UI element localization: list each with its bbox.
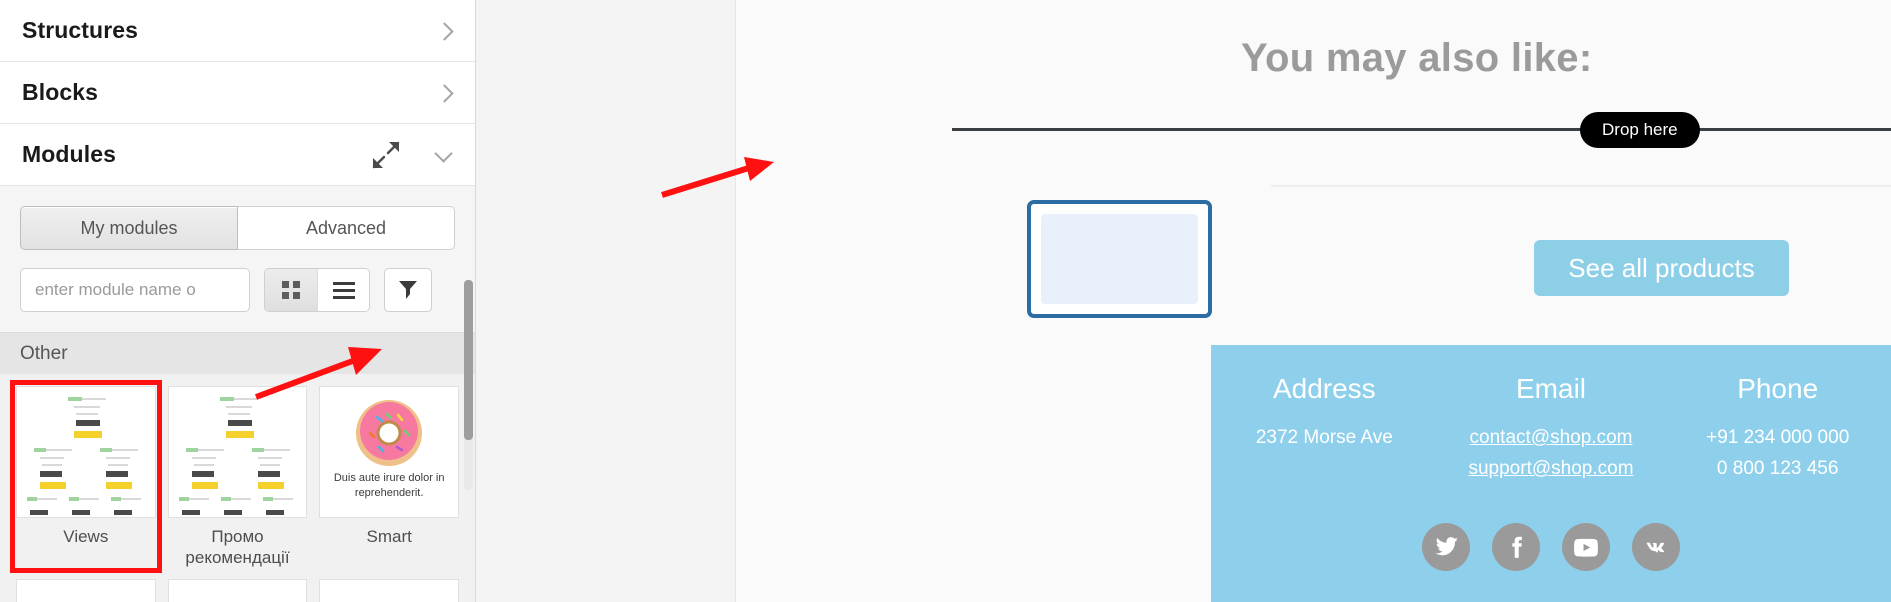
view-mode-toggle	[264, 268, 370, 312]
module-card-label: Smart	[366, 527, 412, 546]
module-thumbnail	[319, 578, 459, 602]
module-thumbnail	[16, 578, 156, 602]
accordion-structures[interactable]: Structures	[0, 0, 475, 62]
accordion-blocks[interactable]: Blocks	[0, 62, 475, 124]
product-grid-preview	[176, 394, 300, 515]
tab-advanced[interactable]: Advanced	[238, 206, 455, 250]
chevron-right-icon	[435, 22, 453, 40]
editor-root: Structures Blocks Modules My modules Adv…	[0, 0, 1891, 602]
module-card-promo[interactable]: Промо рекомендації	[167, 386, 308, 569]
modules-list: Views Промо рекомендації Duis aute irure…	[0, 374, 475, 602]
module-search-input[interactable]	[20, 268, 250, 312]
footer-columns: Address 2372 Morse Ave Email contact@sho…	[1211, 345, 1891, 489]
chevron-down-icon[interactable]	[435, 146, 453, 164]
modules-toolbar	[0, 250, 475, 332]
divider-line	[1271, 185, 1891, 187]
see-all-products-button[interactable]: See all products	[1534, 240, 1789, 296]
page-canvas: You may also like: Drop here See all pro…	[476, 0, 1891, 602]
chevron-right-icon	[435, 84, 453, 102]
module-thumbnail	[16, 386, 156, 518]
accordion-blocks-label: Blocks	[22, 79, 99, 105]
footer-column-title: Address	[1272, 373, 1376, 404]
module-card[interactable]	[167, 578, 308, 602]
footer-social-links	[1211, 523, 1891, 571]
funnel-filter-icon[interactable]	[384, 268, 432, 312]
footer-column-email: Email contact@shop.com support@shop.com	[1438, 373, 1665, 489]
modules-scrollbar[interactable]	[464, 280, 473, 490]
product-grid-preview	[24, 394, 148, 515]
footer-email-contact-link[interactable]: contact@shop.com	[1438, 427, 1665, 449]
module-card-views[interactable]: Views	[10, 380, 162, 572]
module-thumbnail: Duis aute irure dolor in reprehenderit.	[319, 386, 459, 518]
modules-panel: My modules Advanced enter module name o …	[0, 186, 475, 602]
footer-email-support-link[interactable]: support@shop.com	[1438, 458, 1665, 480]
module-group-header: Other	[0, 332, 475, 374]
site-footer: Address 2372 Morse Ave Email contact@sho…	[1211, 345, 1891, 602]
footer-address-line: 2372 Morse Ave	[1255, 427, 1393, 448]
footer-column-phone: Phone +91 234 000 000 0 800 123 456	[1664, 373, 1891, 489]
list-view-icon[interactable]	[317, 269, 369, 311]
youtube-icon[interactable]	[1562, 523, 1610, 571]
module-card-label: Views	[63, 527, 109, 546]
footer-phone-primary: +91 234 000 000	[1706, 427, 1850, 448]
accordion-structures-label: Structures	[22, 17, 139, 43]
drop-indicator-line	[952, 128, 1891, 131]
footer-column-title: Phone	[1737, 373, 1819, 404]
module-thumbnail	[167, 386, 308, 518]
module-card[interactable]	[319, 578, 459, 602]
vk-icon[interactable]	[1632, 523, 1680, 571]
footer-column-address: Address 2372 Morse Ave	[1211, 373, 1438, 489]
tab-my-modules-label: My modules	[80, 217, 178, 238]
module-card[interactable]	[16, 578, 156, 602]
modules-tablist: My modules Advanced	[0, 186, 475, 250]
modules-grid-next-row	[16, 578, 459, 602]
module-thumbnail-caption: Duis aute irure dolor in reprehenderit.	[333, 472, 445, 499]
drop-here-badge: Drop here	[1580, 112, 1700, 148]
page-title: You may also like:	[1241, 36, 1593, 80]
module-card-smart[interactable]: Duis aute irure dolor in reprehenderit. …	[319, 386, 459, 569]
module-group-header-label: Other	[20, 342, 68, 364]
module-card-label: Промо рекомендації	[185, 527, 290, 568]
accordion-modules[interactable]: Modules	[0, 124, 475, 186]
footer-column-title: Email	[1516, 373, 1587, 404]
accordion-modules-label: Modules	[22, 141, 116, 167]
dragged-module-placeholder-fill	[1041, 214, 1198, 304]
modules-scrollbar-thumb[interactable]	[464, 280, 473, 440]
expand-arrows-icon[interactable]	[371, 140, 401, 170]
tab-advanced-label: Advanced	[305, 217, 387, 238]
modules-grid: Views Промо рекомендації Duis aute irure…	[10, 380, 459, 572]
modules-sidebar: Structures Blocks Modules My modules Adv…	[0, 0, 476, 602]
grid-view-icon[interactable]	[265, 269, 317, 311]
canvas-left-gutter	[476, 0, 735, 602]
dragged-module-placeholder[interactable]	[1027, 200, 1212, 318]
tab-my-modules[interactable]: My modules	[20, 206, 238, 250]
twitter-icon[interactable]	[1422, 523, 1470, 571]
module-thumbnail	[167, 578, 308, 602]
donut-icon	[320, 397, 458, 474]
facebook-icon[interactable]	[1492, 523, 1540, 571]
footer-phone-secondary: 0 800 123 456	[1716, 458, 1839, 479]
